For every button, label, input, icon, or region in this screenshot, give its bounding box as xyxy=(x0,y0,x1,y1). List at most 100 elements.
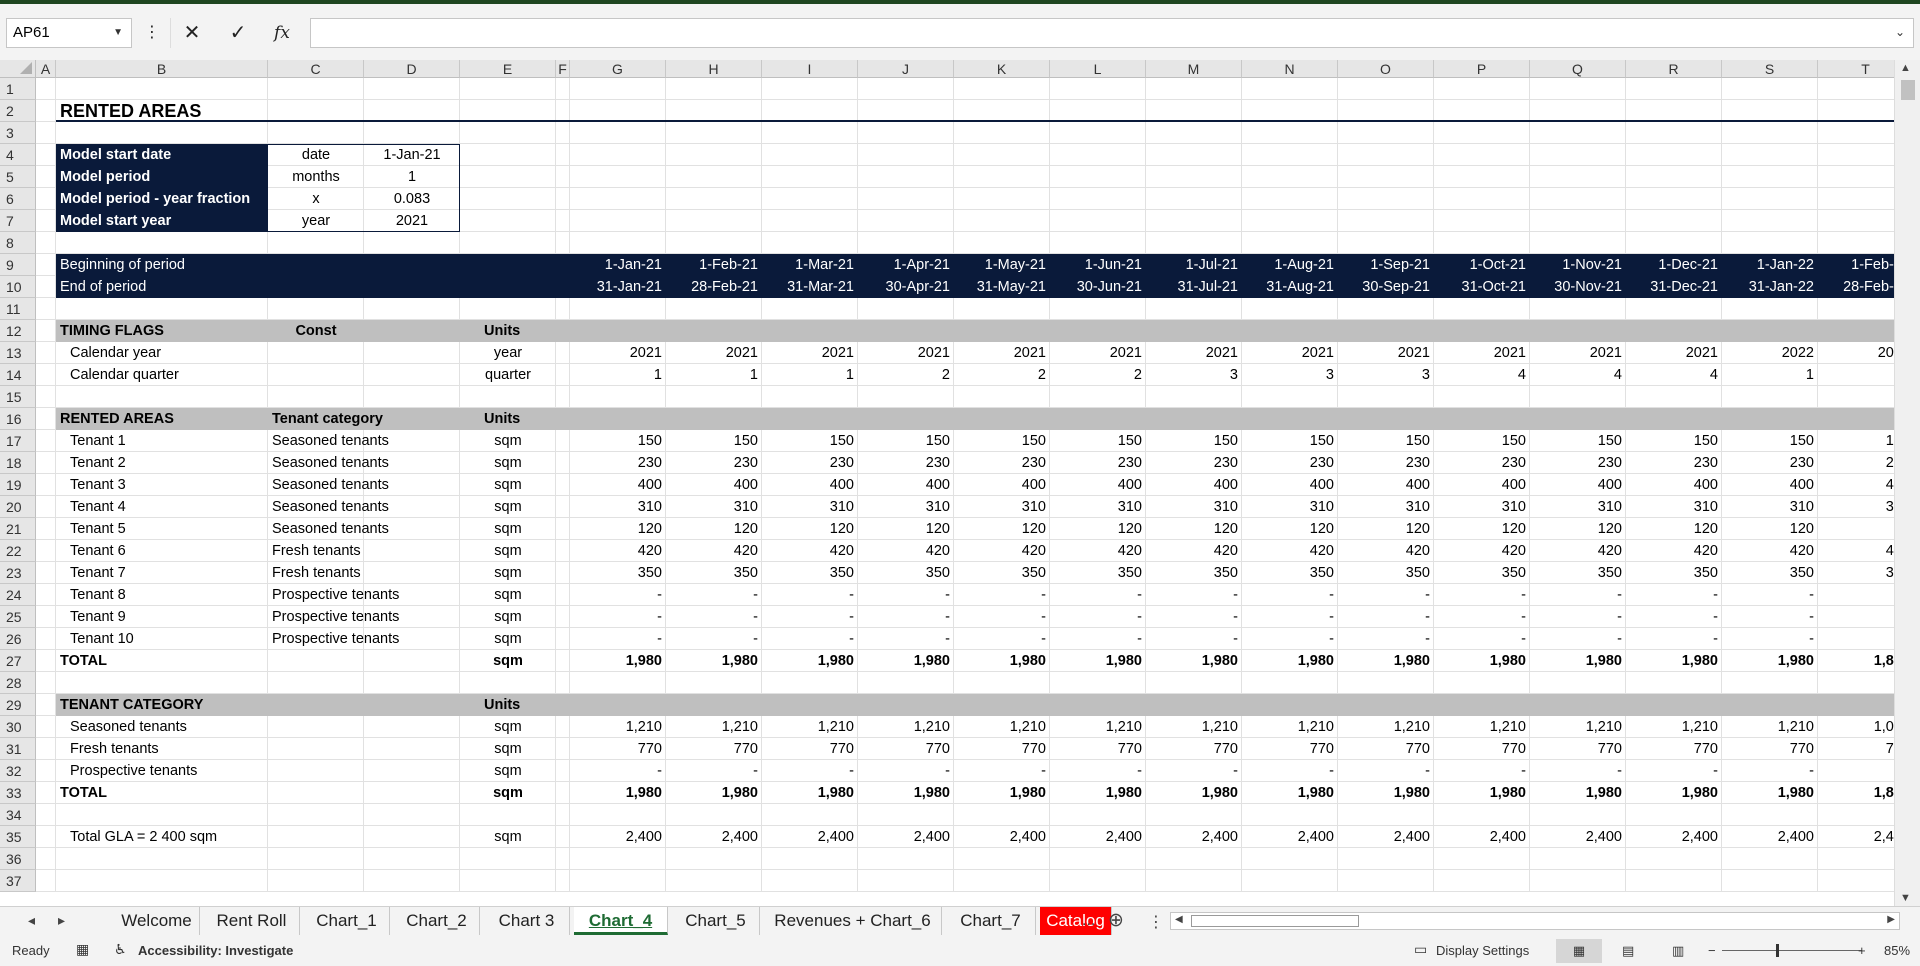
model-value[interactable]: 0.083 xyxy=(364,188,460,210)
section-header[interactable]: TIMING FLAGS xyxy=(56,320,268,342)
value-cell[interactable]: 2 xyxy=(1050,364,1146,386)
row-header[interactable]: 4 xyxy=(0,144,36,166)
gla-label[interactable]: Total GLA = 2 400 sqm xyxy=(56,826,268,848)
row-header[interactable]: 23 xyxy=(0,562,36,584)
gla-value[interactable]: 2,400 xyxy=(666,826,762,848)
value-cell[interactable]: 770 xyxy=(1626,738,1722,760)
period-label[interactable]: Beginning of period xyxy=(56,254,268,276)
row-header[interactable]: 28 xyxy=(0,672,36,694)
total-label[interactable]: TOTAL xyxy=(56,782,268,804)
value-cell[interactable]: - xyxy=(1242,760,1338,782)
total-value[interactable]: 1,980 xyxy=(1434,782,1530,804)
accessibility-icon[interactable]: ♿ xyxy=(114,941,127,958)
value-cell[interactable]: - xyxy=(954,628,1050,650)
row-header[interactable]: 7 xyxy=(0,210,36,232)
value-cell[interactable]: 2 xyxy=(858,364,954,386)
value-cell[interactable]: 2021 xyxy=(1338,342,1434,364)
row-header[interactable]: 22 xyxy=(0,540,36,562)
value-cell[interactable]: 310 xyxy=(858,496,954,518)
value-cell[interactable]: - xyxy=(762,584,858,606)
tenant-label[interactable]: Tenant 4 xyxy=(56,496,268,518)
value-cell[interactable]: - xyxy=(1434,606,1530,628)
value-cell[interactable]: - xyxy=(1818,628,1894,650)
value-cell[interactable]: 230 xyxy=(1722,452,1818,474)
value-cell[interactable]: 310 xyxy=(666,496,762,518)
gla-value[interactable]: 2,400 xyxy=(954,826,1050,848)
value-cell[interactable]: 310 xyxy=(1722,496,1818,518)
row-header[interactable]: 3 xyxy=(0,122,36,144)
value-cell[interactable]: - xyxy=(666,584,762,606)
tenant-label[interactable]: Tenant 10 xyxy=(56,628,268,650)
select-all-button[interactable] xyxy=(0,60,36,78)
value-cell[interactable]: 230 xyxy=(1818,452,1894,474)
total-value[interactable]: 1,980 xyxy=(1530,782,1626,804)
total-value[interactable]: 1,980 xyxy=(570,650,666,672)
row-unit[interactable]: sqm xyxy=(460,540,556,562)
value-cell[interactable]: 4 xyxy=(1530,364,1626,386)
value-cell[interactable]: 350 xyxy=(1722,562,1818,584)
value-cell[interactable]: 230 xyxy=(762,452,858,474)
row-header[interactable]: 36 xyxy=(0,848,36,870)
total-value[interactable]: 1,860 xyxy=(1818,782,1894,804)
tenant-label[interactable]: Tenant 6 xyxy=(56,540,268,562)
value-cell[interactable]: 1,210 xyxy=(1338,716,1434,738)
value-cell[interactable]: 350 xyxy=(1626,562,1722,584)
total-value[interactable]: 1,980 xyxy=(1530,650,1626,672)
value-cell[interactable]: 2021 xyxy=(1434,342,1530,364)
value-cell[interactable]: 120 xyxy=(762,518,858,540)
value-cell[interactable]: 120 xyxy=(1050,518,1146,540)
column-header[interactable]: Q xyxy=(1530,60,1626,78)
end-date[interactable]: 31-Aug-21 xyxy=(1242,276,1338,298)
row-header[interactable]: 34 xyxy=(0,804,36,826)
value-cell[interactable]: - xyxy=(954,584,1050,606)
column-header[interactable]: I xyxy=(762,60,858,78)
value-cell[interactable]: 1,210 xyxy=(1530,716,1626,738)
value-cell[interactable]: 120 xyxy=(1338,518,1434,540)
value-cell[interactable]: - xyxy=(1050,760,1146,782)
value-cell[interactable]: 770 xyxy=(858,738,954,760)
total-value[interactable]: 1,980 xyxy=(1242,782,1338,804)
row-label[interactable]: Calendar quarter xyxy=(56,364,268,386)
tab-rent-roll[interactable]: Rent Roll xyxy=(204,907,300,935)
value-cell[interactable]: - xyxy=(1818,606,1894,628)
value-cell[interactable]: 400 xyxy=(1722,474,1818,496)
value-cell[interactable]: 400 xyxy=(1818,474,1894,496)
begin-date[interactable]: 1-Jun-21 xyxy=(1050,254,1146,276)
value-cell[interactable]: 770 xyxy=(1050,738,1146,760)
tenant-category[interactable]: Prospective tenants xyxy=(268,628,460,650)
value-cell[interactable]: 230 xyxy=(1050,452,1146,474)
column-header[interactable]: R xyxy=(1626,60,1722,78)
tenant-category[interactable]: Fresh tenants xyxy=(268,540,460,562)
model-value[interactable]: 1-Jan-21 xyxy=(364,144,460,166)
tenant-label[interactable]: Tenant 2 xyxy=(56,452,268,474)
value-cell[interactable]: 2021 xyxy=(1050,342,1146,364)
value-cell[interactable]: 420 xyxy=(1722,540,1818,562)
begin-date[interactable]: 1-Apr-21 xyxy=(858,254,954,276)
value-cell[interactable]: - xyxy=(1626,584,1722,606)
model-unit[interactable]: year xyxy=(268,210,364,232)
zoom-level[interactable]: 85% xyxy=(1884,943,1910,958)
column-header[interactable]: C xyxy=(268,60,364,78)
total-value[interactable]: 1,980 xyxy=(1722,782,1818,804)
row-unit[interactable]: sqm xyxy=(460,650,556,672)
value-cell[interactable]: - xyxy=(666,628,762,650)
row-header[interactable]: 15 xyxy=(0,386,36,408)
column-header[interactable]: J xyxy=(858,60,954,78)
tab-chart-2[interactable]: Chart_2 xyxy=(394,907,480,935)
total-value[interactable]: 1,980 xyxy=(858,650,954,672)
gla-value[interactable]: 2,400 xyxy=(1242,826,1338,848)
formula-input[interactable]: ⌄ xyxy=(310,18,1914,48)
total-value[interactable]: 1,980 xyxy=(1050,650,1146,672)
value-cell[interactable]: 150 xyxy=(666,430,762,452)
tenant-category[interactable]: Seasoned tenants xyxy=(268,452,460,474)
row-header[interactable]: 8 xyxy=(0,232,36,254)
row-header[interactable]: 30 xyxy=(0,716,36,738)
gla-value[interactable]: 2,400 xyxy=(1722,826,1818,848)
value-cell[interactable]: 120 xyxy=(1530,518,1626,540)
page-break-view-icon[interactable]: ▥ xyxy=(1672,943,1684,959)
value-cell[interactable]: - xyxy=(1434,760,1530,782)
value-cell[interactable]: 2021 xyxy=(858,342,954,364)
value-cell[interactable]: - xyxy=(1722,584,1818,606)
value-cell[interactable]: 350 xyxy=(954,562,1050,584)
expand-formula-icon[interactable]: ⌄ xyxy=(1895,25,1905,39)
